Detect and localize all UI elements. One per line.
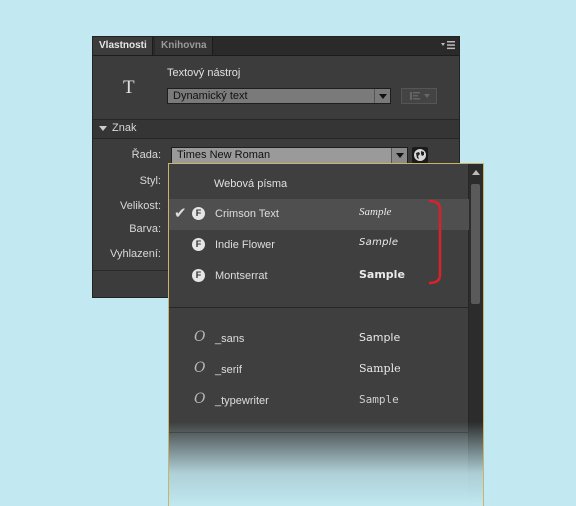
font-item-crimson-text[interactable]: ✔ F Crimson Text Sample [169,199,469,230]
font-item-name: Indie Flower [215,239,275,251]
style-label: Styl: [139,175,161,187]
paragraph-orientation-icon [410,92,430,100]
font-item-sample: Sample [359,331,401,344]
section-title: Znak [112,122,137,134]
collapse-triangle-icon [99,126,107,131]
font-item-montserrat[interactable]: F Montserrat Sample [169,261,469,292]
tab-properties[interactable]: Vlastnosti [93,37,153,55]
opentype-o-icon: O [194,329,206,345]
tool-name-label: Textový nástroj [167,67,241,79]
font-item-name: _serif [215,364,242,376]
tab-library[interactable]: Knihovna [155,37,213,55]
highlight-bracket-icon [428,199,442,285]
font-item-typewriter[interactable]: O _typewriter Sample [169,386,469,417]
checkmark-icon: ✔ [174,205,187,222]
chevron-down-icon [391,148,407,163]
font-item-sans[interactable]: O _sans Sample [169,324,469,355]
font-item-sample: Sample [359,393,399,406]
menu-divider [169,307,469,308]
font-f-icon: F [192,238,205,251]
fade-overlay [169,422,483,506]
scroll-thumb[interactable] [471,184,480,304]
family-label: Řada: [131,149,161,161]
font-f-icon: F [192,269,205,282]
color-label: Barva: [129,223,161,235]
font-item-sample: Sample [359,362,401,375]
antialias-label: Vyhlazení: [110,248,161,260]
font-item-name: _sans [215,333,245,345]
text-type-value: Dynamický text [173,90,248,102]
globe-icon[interactable] [412,147,428,163]
font-item-sample: Sample [359,206,392,218]
font-item-name: _typewriter [215,395,269,407]
font-item-name: Montserrat [215,270,268,282]
chevron-down-icon [374,89,390,103]
opentype-o-icon: O [194,360,206,376]
text-orientation-button[interactable] [401,88,437,104]
font-item-sample: Sample [359,268,405,281]
font-family-dropdown[interactable]: Times New Roman [171,147,408,164]
font-f-icon: F [192,207,205,220]
character-section-header[interactable]: Znak [93,119,459,139]
font-item-serif[interactable]: O _serif Sample [169,355,469,386]
scroll-up-icon[interactable] [472,170,480,175]
size-label: Velikost: [120,200,161,212]
panel-tab-bar: Vlastnosti Knihovna [93,37,459,56]
font-item-indie-flower[interactable]: F Indie Flower Sample [169,230,469,261]
opentype-o-icon: O [194,391,206,407]
font-family-value: Times New Roman [177,149,271,161]
font-item-sample: Sample [359,237,399,248]
text-tool-icon: T [123,77,135,98]
font-item-name: Crimson Text [215,208,279,220]
panel-menu-icon[interactable] [441,40,455,50]
text-type-dropdown[interactable]: Dynamický text [167,88,391,104]
web-fonts-heading: Webová písma [214,178,288,190]
